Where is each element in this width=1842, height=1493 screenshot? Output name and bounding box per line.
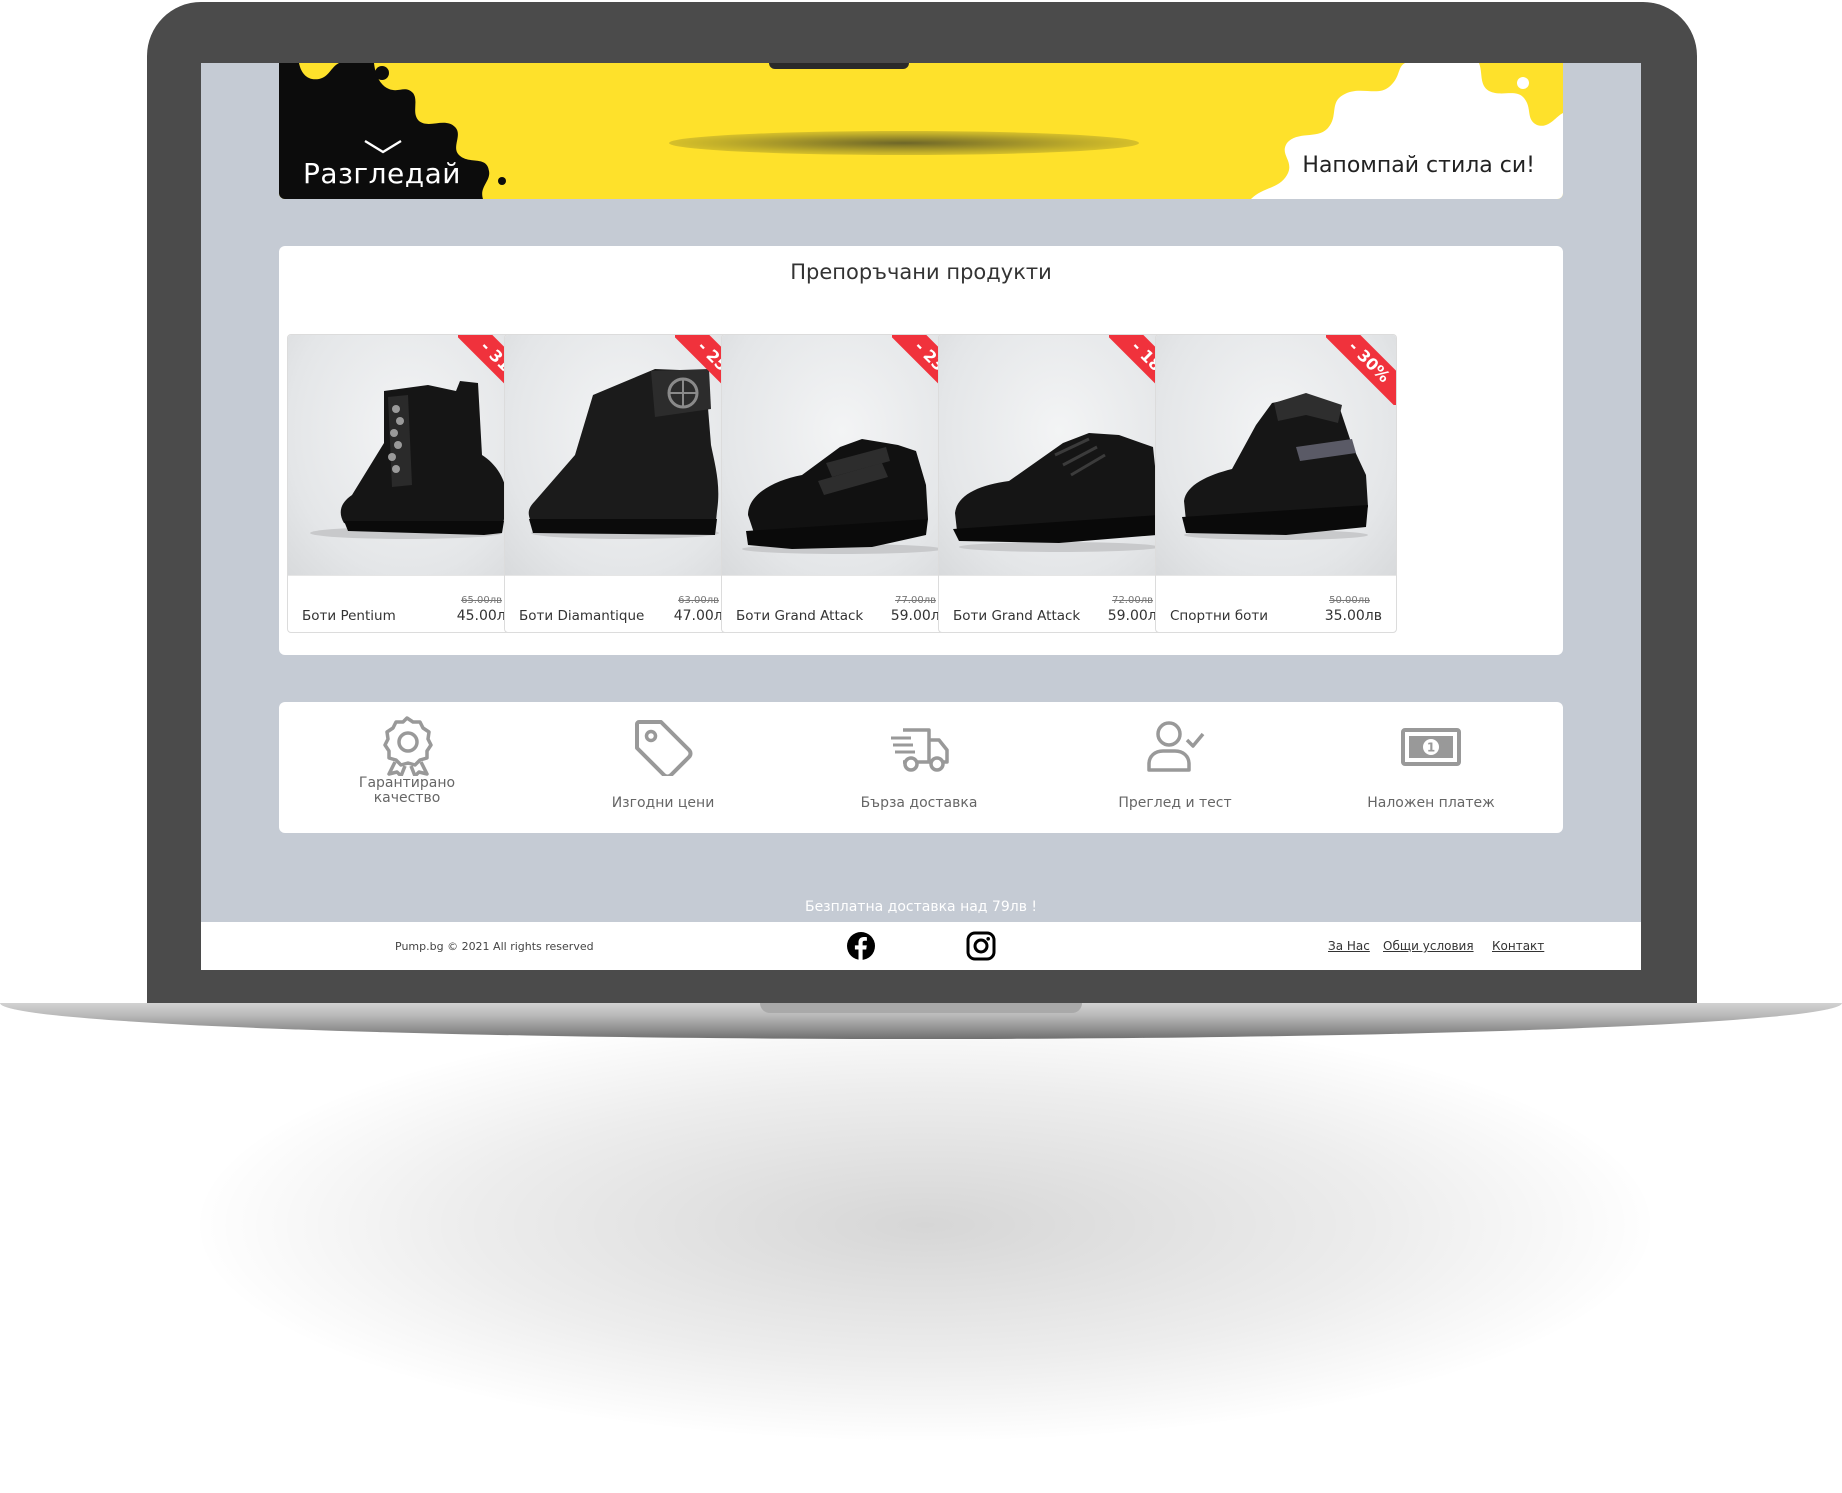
- footer-link-contact[interactable]: Контакт: [1492, 939, 1544, 953]
- laptop-notch: [760, 1003, 1082, 1013]
- features-panel: Гарантирано качество Изгодни цени Бърза …: [279, 702, 1563, 833]
- feature-prices: Изгодни цени: [535, 702, 791, 833]
- delivery-truck-icon: [891, 728, 949, 772]
- feature-inspect: Преглед и тест: [1047, 702, 1303, 833]
- old-price: 72.00лв: [1112, 595, 1153, 606]
- facebook-icon[interactable]: [846, 931, 876, 961]
- product-card[interactable]: - 18% Боти Grand Attack 72.00лв 59.00лв: [938, 334, 1180, 633]
- feature-label: Бърза доставка: [860, 795, 978, 811]
- footer-link-terms[interactable]: Общи условия: [1383, 939, 1474, 953]
- feature-label: Наложен платеж: [1367, 795, 1495, 811]
- svg-text:1: 1: [1427, 741, 1435, 755]
- footer: Pump.bg © 2021 All rights reserved За На…: [201, 922, 1641, 970]
- hero-tagline: Напомпай стила си!: [1302, 153, 1535, 178]
- product-name[interactable]: Боти Grand Attack: [736, 608, 863, 624]
- browse-button[interactable]: Разгледай: [303, 157, 461, 190]
- discount-badge: - 30%: [1326, 335, 1396, 405]
- product-card[interactable]: - 25% Боти Diamantique 63.00лв 47.00лв: [504, 334, 746, 633]
- laptop-shadow: [200, 1010, 1650, 1440]
- price-tag-icon: [635, 720, 693, 776]
- user-check-icon: [1147, 721, 1205, 772]
- free-delivery-note: Безплатна доставка над 79лв !: [804, 899, 1038, 915]
- feature-label: Преглед и тест: [1118, 795, 1232, 811]
- old-price: 50.00лв: [1329, 595, 1370, 606]
- feature-label: Изгодни цени: [611, 795, 715, 811]
- product-card[interactable]: - 31% Боти Pentium 65.00лв 45.00лв: [287, 334, 529, 633]
- hero-banner: Разгледай Напомпай стила си!: [279, 63, 1563, 199]
- instagram-icon[interactable]: [966, 931, 996, 961]
- price: 35.00лв: [1324, 608, 1382, 624]
- product-name[interactable]: Спортни боти: [1170, 608, 1268, 624]
- recommended-products-panel: Препоръчани продукти - 31% Боти Pentium …: [279, 246, 1563, 655]
- product-card[interactable]: - 23% Боти Grand Attack 77.00лв 59.00лв: [721, 334, 963, 633]
- hero-shoe-shadow: [669, 131, 1139, 155]
- product-name[interactable]: Боти Pentium: [302, 608, 396, 624]
- feature-cod: 1 Наложен платеж: [1303, 702, 1559, 833]
- award-ribbon-icon: [383, 716, 433, 776]
- feature-quality: Гарантирано качество: [279, 702, 535, 833]
- feature-label: Гарантирано качество: [358, 775, 456, 806]
- hero-shoe-sole: [769, 63, 909, 69]
- footer-link-about[interactable]: За Нас: [1328, 939, 1370, 953]
- old-price: 77.00лв: [895, 595, 936, 606]
- browser-viewport: Разгледай Напомпай стила си! Препоръчани…: [201, 63, 1641, 970]
- banknote-icon: 1: [1401, 728, 1461, 766]
- hero-white-splash: [1251, 63, 1563, 199]
- old-price: 65.00лв: [461, 595, 502, 606]
- section-title: Препоръчани продукти: [790, 260, 1052, 284]
- copyright: Pump.bg © 2021 All rights reserved: [395, 940, 594, 953]
- old-price: 63.00лв: [678, 595, 719, 606]
- product-card[interactable]: - 30% Спортни боти 50.00лв 35.00лв: [1155, 334, 1397, 633]
- chevron-down-icon[interactable]: [363, 139, 403, 155]
- feature-delivery: Бърза доставка: [791, 702, 1047, 833]
- product-name[interactable]: Боти Grand Attack: [953, 608, 1080, 624]
- product-name[interactable]: Боти Diamantique: [519, 608, 644, 624]
